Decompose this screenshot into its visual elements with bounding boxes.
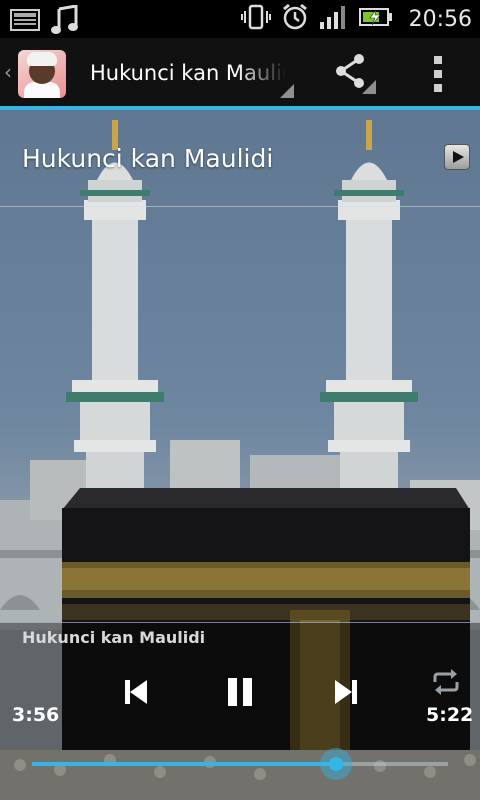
pause-icon	[220, 678, 260, 716]
status-bar: 20:56	[0, 0, 480, 38]
title-spinner[interactable]: Hukunci kan Maulidi	[80, 48, 294, 98]
battery-charging-icon	[358, 6, 393, 32]
overflow-menu-icon	[434, 56, 442, 64]
list-item[interactable]: Hukunci kan Maulidi	[0, 110, 480, 206]
vibrate-icon	[240, 4, 271, 34]
previous-icon	[116, 680, 156, 716]
status-time: 20:56	[408, 6, 472, 32]
alarm-icon	[281, 3, 309, 35]
elapsed-time: 3:56	[12, 704, 60, 726]
seek-bar-thumb[interactable]	[319, 748, 352, 780]
share-button[interactable]	[328, 50, 378, 96]
now-playing-title: Hukunci kan Maulidi	[22, 628, 206, 647]
next-icon	[326, 680, 366, 716]
spinner-corner-icon	[280, 84, 294, 98]
share-corner-icon	[362, 80, 376, 94]
previous-button[interactable]	[116, 672, 156, 712]
total-time: 5:22	[426, 704, 474, 726]
next-button[interactable]	[326, 672, 366, 712]
seek-bar[interactable]	[32, 748, 448, 780]
app-logo[interactable]	[18, 50, 66, 98]
player-divider	[0, 622, 480, 623]
overflow-menu-button[interactable]	[420, 52, 456, 96]
track-title: Hukunci kan Maulidi	[22, 144, 274, 173]
image-icon	[10, 9, 40, 35]
pause-button[interactable]	[220, 672, 260, 712]
list-divider	[0, 206, 480, 207]
action-bar: ‹ Hukunci kan Maulidi	[0, 38, 480, 108]
repeat-icon	[428, 669, 464, 704]
repeat-button[interactable]	[428, 664, 468, 704]
track-play-button[interactable]	[444, 144, 470, 170]
back-caret-icon[interactable]: ‹	[4, 60, 12, 84]
seek-bar-progress	[32, 762, 336, 766]
signal-icon	[319, 4, 349, 34]
music-note-icon	[50, 4, 78, 39]
